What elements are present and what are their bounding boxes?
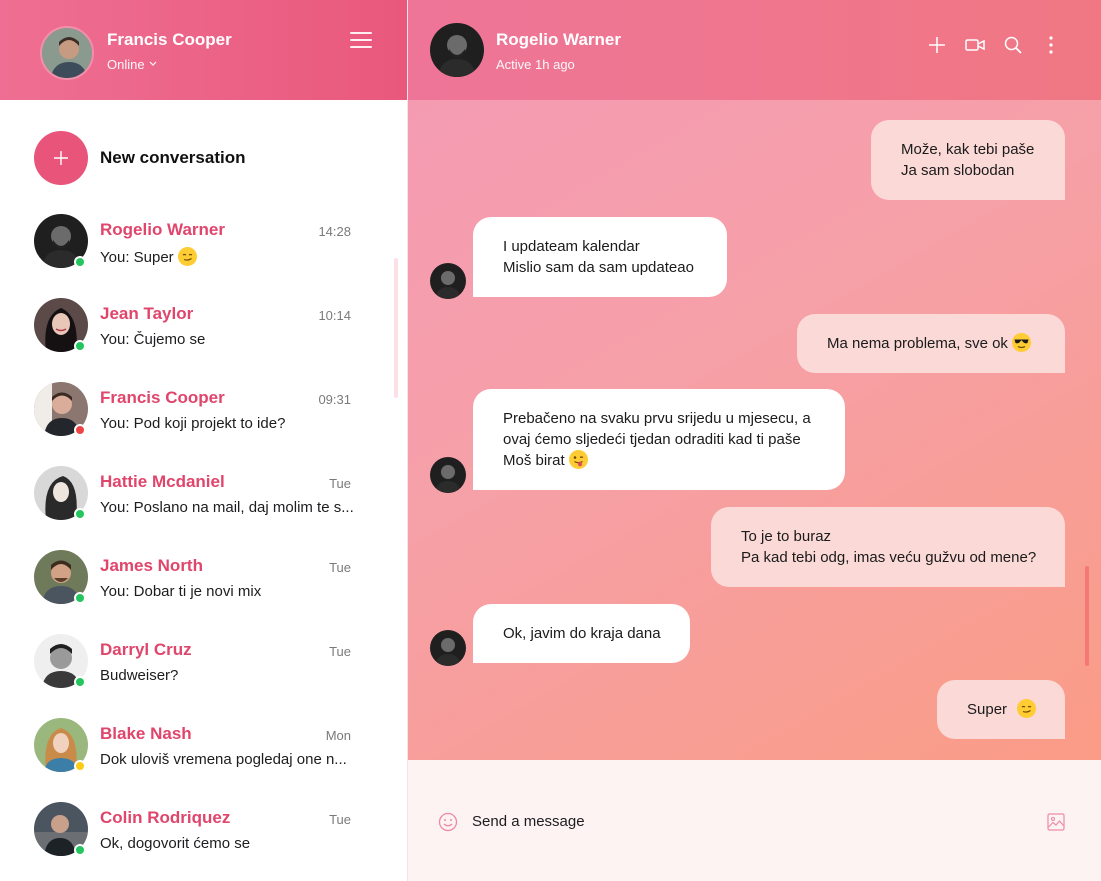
peer-mini-avatar: [430, 263, 466, 299]
message-line: Prebačeno na svaku prvu srijedu u mjesec…: [503, 410, 811, 427]
wink-tongue-emoji-icon: [568, 450, 588, 469]
sidebar-header: Francis Cooper Online: [0, 0, 407, 100]
outgoing-message[interactable]: Super: [937, 680, 1065, 739]
peer-mini-avatar: [430, 630, 466, 666]
my-avatar[interactable]: [40, 26, 94, 80]
message-line: Može, kak tebi paše: [901, 141, 1035, 158]
outgoing-message[interactable]: Ma nema problema, sve ok: [797, 314, 1065, 373]
last-message-preview: Ok, dogovorit ćemo se: [100, 835, 251, 852]
plus-icon[interactable]: [927, 34, 947, 56]
message-line: I updateam kalendar: [503, 238, 640, 255]
last-message-preview: You: Super: [100, 247, 354, 266]
contact-name: Hattie Mcdaniel: [100, 472, 225, 491]
video-icon[interactable]: [965, 34, 985, 56]
conversation-time: 10:14: [318, 308, 351, 323]
message-line: Moš birat: [503, 450, 815, 471]
message-line: Ok, javim do kraja dana: [503, 625, 661, 642]
last-message-preview: You: Čujemo se: [100, 331, 206, 348]
last-message-preview: You: Pod koji projekt to ide?: [100, 415, 286, 432]
smirk-emoji-icon: [1017, 699, 1037, 718]
message-line: To je to buraz: [741, 528, 832, 545]
hamburger-icon[interactable]: [350, 32, 372, 48]
busy-status-dot: [74, 424, 86, 436]
preview-text: You: Super: [100, 249, 174, 266]
online-status-dot: [74, 592, 86, 604]
smirk-emoji-icon: [177, 247, 197, 266]
conversation-time: Tue: [329, 560, 351, 575]
contact-name: Francis Cooper: [100, 388, 225, 407]
last-message-preview: You: Poslano na mail, daj molim te s...: [100, 499, 354, 516]
new-conversation-label: New conversation: [100, 148, 246, 167]
contact-name: Jean Taylor: [100, 304, 194, 323]
plus-icon: [34, 131, 88, 185]
sunglasses-emoji-icon: [1011, 333, 1031, 352]
conversation-time: Mon: [325, 728, 351, 743]
message-composer: [408, 760, 1101, 881]
conversation-item[interactable]: Darryl Cruz Tue Budweiser?: [0, 632, 390, 716]
message-text: Moš birat: [503, 452, 565, 469]
conversation-item[interactable]: James North Tue You: Dobar ti je novi mi…: [0, 548, 390, 632]
chat-header-actions: [927, 34, 1061, 56]
message-line: Mislio sam da sam updateao: [503, 259, 694, 276]
contact-name: Colin Rodriquez: [100, 808, 231, 827]
conversation-item[interactable]: Colin Rodriquez Tue Ok, dogovorit ćemo s…: [0, 800, 390, 881]
peer-avatar[interactable]: [430, 23, 484, 77]
online-status-dot: [74, 676, 86, 688]
conversation-time: Tue: [329, 812, 351, 827]
last-message-preview: Budweiser?: [100, 667, 179, 684]
conversation-time: Tue: [329, 476, 351, 491]
sidebar: Francis Cooper Online New conversation R…: [0, 0, 408, 881]
image-icon[interactable]: [1047, 813, 1065, 831]
conversation-time: Tue: [329, 644, 351, 659]
outgoing-message[interactable]: To je to buraz Pa kad tebi odg, imas već…: [711, 507, 1065, 587]
message-line: Pa kad tebi odg, imas veću gužvu od mene…: [741, 549, 1037, 566]
message-line: Ma nema problema, sve ok: [827, 333, 1035, 354]
conversation-item[interactable]: Blake Nash Mon Dok uloviš vremena pogled…: [0, 716, 390, 800]
my-status-dropdown[interactable]: Online: [107, 57, 157, 72]
message-text: Super: [967, 701, 1008, 718]
contact-name: Darryl Cruz: [100, 640, 192, 659]
new-conversation-button[interactable]: New conversation: [34, 131, 246, 185]
conversation-item[interactable]: Jean Taylor 10:14 You: Čujemo se: [0, 296, 390, 380]
conversation-item[interactable]: Rogelio Warner 14:28 You: Super: [0, 212, 390, 296]
outgoing-message[interactable]: Može, kak tebi paše Ja sam slobodan: [871, 120, 1065, 200]
message-line: ovaj ćemo sljedeći tjedan odraditi kad t…: [503, 431, 801, 448]
more-vertical-icon[interactable]: [1041, 34, 1061, 56]
sidebar-scrollbar[interactable]: [394, 258, 398, 398]
smiley-icon[interactable]: [438, 812, 458, 832]
away-status-dot: [74, 760, 86, 772]
message-text: Ma nema problema, sve ok: [827, 335, 1008, 352]
chat-panel: Rogelio Warner Active 1h ago Može, kak t…: [408, 0, 1101, 881]
contact-name: James North: [100, 556, 203, 575]
last-message-preview: You: Dobar ti je novi mix: [100, 583, 262, 600]
chevron-down-icon: [149, 55, 157, 70]
peer-status: Active 1h ago: [496, 57, 575, 72]
message-line: Ja sam slobodan: [901, 162, 1015, 179]
conversation-time: 09:31: [318, 392, 351, 407]
my-name: Francis Cooper: [107, 30, 232, 49]
incoming-message[interactable]: I updateam kalendar Mislio sam da sam up…: [473, 217, 727, 297]
conversation-item[interactable]: Francis Cooper 09:31 You: Pod koji proje…: [0, 380, 390, 464]
conversation-list: Rogelio Warner 14:28 You: Super Jean Tay…: [0, 212, 390, 881]
incoming-message[interactable]: Ok, javim do kraja dana: [473, 604, 690, 663]
message-line: Super: [967, 699, 1037, 720]
conversation-item[interactable]: Hattie Mcdaniel Tue You: Poslano na mail…: [0, 464, 390, 548]
chat-header: Rogelio Warner Active 1h ago: [408, 0, 1101, 100]
message-input[interactable]: [472, 808, 1032, 834]
online-status-dot: [74, 508, 86, 520]
peer-mini-avatar: [430, 457, 466, 493]
search-icon[interactable]: [1003, 34, 1023, 56]
chat-scrollbar[interactable]: [1085, 566, 1089, 666]
last-message-preview: Dok uloviš vremena pogledaj one n...: [100, 751, 347, 768]
incoming-message[interactable]: Prebačeno na svaku prvu srijedu u mjesec…: [473, 389, 845, 490]
conversation-time: 14:28: [318, 224, 351, 239]
peer-name: Rogelio Warner: [496, 30, 621, 49]
online-status-dot: [74, 256, 86, 268]
contact-name: Blake Nash: [100, 724, 192, 743]
online-status-dot: [74, 844, 86, 856]
online-status-dot: [74, 340, 86, 352]
my-status-label: Online: [107, 57, 145, 72]
contact-name: Rogelio Warner: [100, 220, 225, 239]
